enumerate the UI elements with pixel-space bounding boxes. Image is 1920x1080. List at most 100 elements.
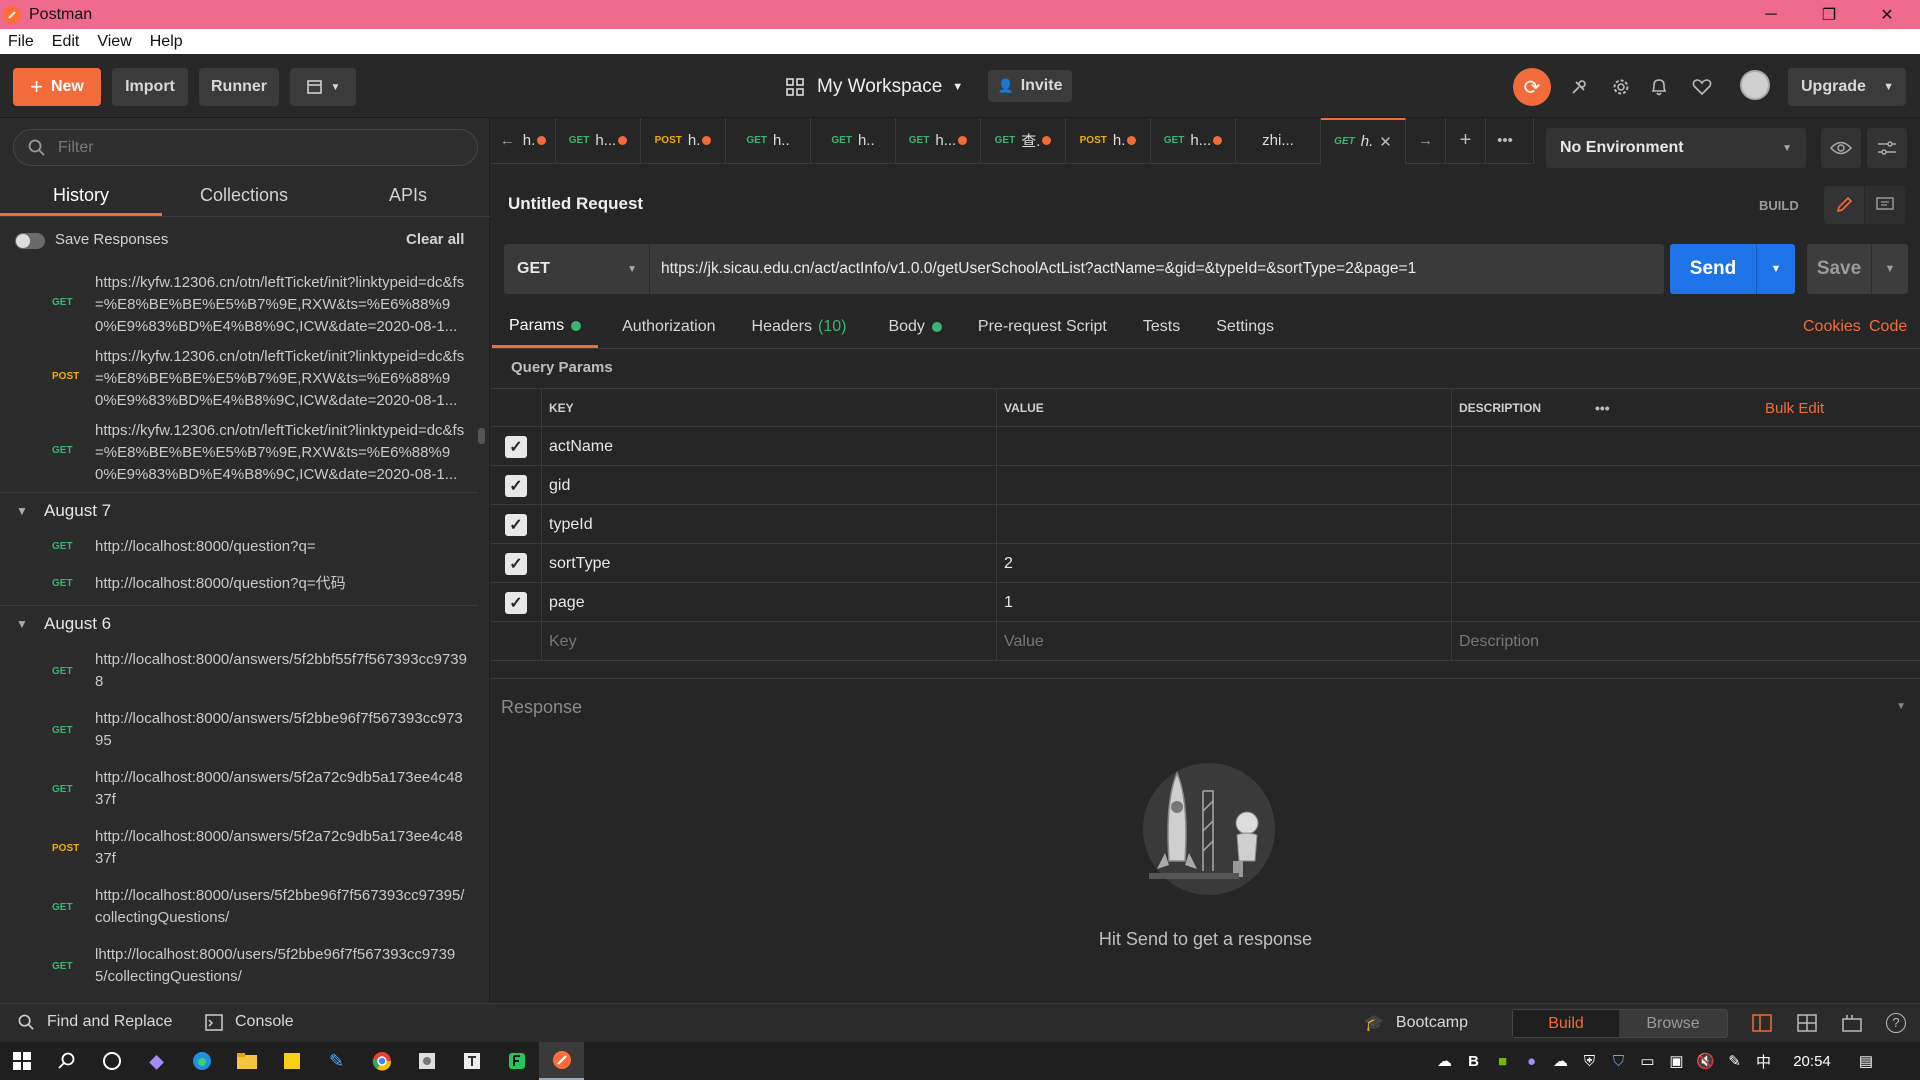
cloud-drive-icon[interactable]: ☁ xyxy=(1546,1052,1575,1070)
filter-input[interactable]: Filter xyxy=(13,129,478,166)
menu-file[interactable]: File xyxy=(8,33,34,51)
chrome-icon[interactable] xyxy=(359,1042,404,1080)
comment-icon[interactable] xyxy=(1865,186,1905,224)
typora-icon[interactable] xyxy=(449,1042,494,1080)
import-button[interactable]: Import xyxy=(112,68,188,106)
weather-icon[interactable]: ☁ xyxy=(1430,1052,1459,1070)
environment-select[interactable]: No Environment ▼ xyxy=(1546,128,1806,168)
security-icon[interactable]: ⛉ xyxy=(1604,1053,1633,1070)
scrollbar-thumb[interactable] xyxy=(478,428,485,444)
param-value[interactable] xyxy=(997,505,1452,544)
shield-icon[interactable]: ⛨ xyxy=(1575,1053,1604,1070)
network-icon[interactable]: ▣ xyxy=(1662,1052,1691,1070)
param-value[interactable]: 2 xyxy=(997,544,1452,583)
new-button[interactable]: + New xyxy=(13,68,101,106)
chevron-down-icon[interactable]: ▼ xyxy=(1896,701,1906,712)
new-value-input[interactable]: Value xyxy=(997,622,1452,661)
eye-icon[interactable] xyxy=(1821,128,1861,168)
list-item[interactable]: GET http://localhost:8000/question?q= xyxy=(0,536,478,562)
help-icon[interactable]: ? xyxy=(1886,1013,1906,1033)
row-checkbox[interactable]: ✓ xyxy=(491,466,542,505)
list-item[interactable]: GET http://localhost:8000/answers/5f2bbe… xyxy=(0,708,478,754)
runner-button[interactable]: Runner xyxy=(199,68,279,106)
pen-app-icon[interactable]: ✎ xyxy=(314,1042,359,1080)
clear-all-button[interactable]: Clear all xyxy=(406,231,464,248)
tab-collections[interactable]: Collections xyxy=(162,178,326,216)
arrow-right-icon[interactable]: → xyxy=(1406,117,1446,164)
windows-start-icon[interactable] xyxy=(0,1042,44,1080)
new-key-input[interactable]: Key xyxy=(542,622,997,661)
caret-down-icon[interactable]: ▼ xyxy=(1757,263,1795,275)
heart-icon[interactable] xyxy=(1685,70,1719,104)
close-window-button[interactable]: ✕ xyxy=(1858,0,1916,29)
two-pane-icon[interactable] xyxy=(1752,1014,1772,1037)
invite-button[interactable]: 👤 Invite xyxy=(988,70,1072,102)
file-explorer-icon[interactable] xyxy=(224,1042,269,1080)
tab-body[interactable]: Body xyxy=(864,306,959,348)
save-button[interactable]: Save ▼ xyxy=(1807,244,1908,294)
request-tab[interactable]: GET h... xyxy=(556,117,641,164)
param-value[interactable]: 1 xyxy=(997,583,1452,622)
param-key[interactable]: actName xyxy=(542,427,997,466)
maximize-button[interactable]: ❐ xyxy=(1800,0,1858,29)
request-tab[interactable]: ← h. xyxy=(491,117,556,164)
list-item[interactable]: GET https://kyfw.12306.cn/otn/leftTicket… xyxy=(0,420,478,483)
param-description[interactable] xyxy=(1452,583,1920,622)
request-tab[interactable]: POST h. xyxy=(641,117,726,164)
battery-icon[interactable]: ▭ xyxy=(1633,1052,1662,1070)
request-tab[interactable]: GET 查. xyxy=(981,117,1066,164)
list-item[interactable]: GET lhttp://localhost:8000/users/5f2bbe9… xyxy=(0,944,478,990)
request-tab[interactable]: zhi... xyxy=(1236,117,1321,164)
request-tab[interactable]: GET h... xyxy=(896,117,981,164)
bold-b-icon[interactable]: B xyxy=(1459,1053,1488,1070)
add-tab-icon[interactable]: + xyxy=(1446,117,1486,164)
param-description[interactable] xyxy=(1452,466,1920,505)
tab-tests[interactable]: Tests xyxy=(1125,306,1198,348)
bell-icon[interactable] xyxy=(1642,70,1676,104)
notification-center-icon[interactable]: ▤ xyxy=(1846,1052,1886,1070)
request-tab[interactable]: POST h. xyxy=(1066,117,1151,164)
console-button[interactable]: Console xyxy=(205,1013,294,1031)
app-tray-icon[interactable]: ● xyxy=(1517,1053,1546,1070)
row-checkbox[interactable]: ✓ xyxy=(491,505,542,544)
visual-studio-icon[interactable]: ◆ xyxy=(134,1042,179,1080)
request-tab[interactable]: GET h.. xyxy=(811,117,896,164)
search-icon[interactable] xyxy=(44,1042,89,1080)
param-description[interactable] xyxy=(1452,544,1920,583)
url-input[interactable]: https://jk.sicau.edu.cn/act/actInfo/v1.0… xyxy=(661,244,1416,294)
list-item[interactable]: GET http://localhost:8000/answers/5f2a72… xyxy=(0,767,478,813)
keyboard-icon[interactable] xyxy=(1842,1014,1862,1037)
menu-help[interactable]: Help xyxy=(150,33,183,51)
new-window-button[interactable]: ▼ xyxy=(290,68,356,106)
workspace-switcher[interactable]: My Workspace ▼ xyxy=(786,68,963,106)
cortana-icon[interactable] xyxy=(89,1042,134,1080)
clock[interactable]: 20:54 xyxy=(1778,1053,1846,1070)
sticky-notes-icon[interactable] xyxy=(269,1042,314,1080)
list-item[interactable]: GET http://localhost:8000/answers/5f2bbf… xyxy=(0,649,478,695)
more-icon[interactable]: ••• xyxy=(1595,389,1610,428)
list-item[interactable]: POST https://kyfw.12306.cn/otn/leftTicke… xyxy=(0,346,478,409)
green-app-icon[interactable] xyxy=(494,1042,539,1080)
tab-params[interactable]: Params xyxy=(492,306,599,348)
param-key[interactable]: sortType xyxy=(542,544,997,583)
more-icon[interactable]: ••• xyxy=(1486,118,1524,164)
param-description[interactable] xyxy=(1452,505,1920,544)
layout-icon[interactable] xyxy=(1797,1014,1817,1037)
param-value[interactable] xyxy=(997,466,1452,505)
new-description-input[interactable]: Description xyxy=(1452,622,1920,661)
request-tab-active[interactable]: GET h. ✕ xyxy=(1321,117,1406,164)
list-item[interactable]: POST http://localhost:8000/answers/5f2a7… xyxy=(0,826,478,872)
cookies-link[interactable]: Cookies xyxy=(1803,318,1861,336)
close-icon[interactable]: ✕ xyxy=(1379,133,1392,151)
row-checkbox[interactable]: ✓ xyxy=(491,544,542,583)
list-item[interactable]: GET https://kyfw.12306.cn/otn/leftTicket… xyxy=(0,272,478,335)
param-key[interactable]: gid xyxy=(542,466,997,505)
edit-pencil-icon[interactable] xyxy=(1824,186,1864,224)
tab-authorization[interactable]: Authorization xyxy=(598,306,733,348)
sliders-icon[interactable] xyxy=(1867,128,1907,168)
tab-apis[interactable]: APIs xyxy=(326,178,490,216)
tab-history[interactable]: History xyxy=(0,178,162,216)
input-method-indicator[interactable]: 中 xyxy=(1749,1051,1778,1072)
menu-edit[interactable]: Edit xyxy=(52,33,80,51)
save-responses-toggle[interactable] xyxy=(15,233,45,249)
